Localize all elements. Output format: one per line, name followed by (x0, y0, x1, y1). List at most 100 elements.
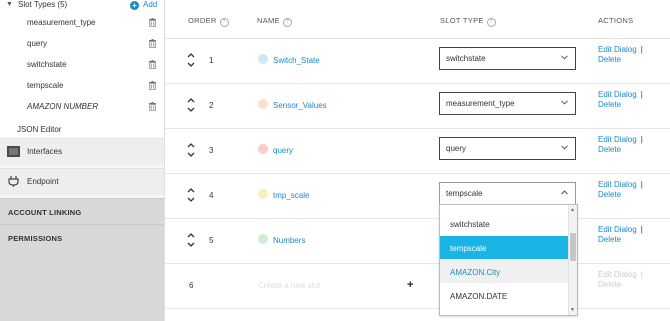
interfaces-icon (7, 146, 20, 157)
slot-type-name: AMAZON NUMBER (27, 102, 99, 111)
slot-name-link[interactable]: Switch_State (273, 56, 320, 65)
reorder-arrows-icon[interactable] (187, 187, 195, 203)
order-number: 1 (209, 56, 214, 65)
sidebar: ▼ Slot Types (5) + Add measurement_typequ… (0, 0, 165, 321)
delete-link[interactable]: Delete (598, 55, 621, 64)
chevron-down-icon (561, 100, 568, 105)
slot-types-header[interactable]: ▼ Slot Types (5) + Add (0, 0, 164, 12)
sidebar-section-permissions[interactable]: PERMISSIONS (0, 224, 164, 251)
edit-dialog-link[interactable]: Edit Dialog (598, 45, 637, 54)
scroll-up-icon[interactable]: ▲ (570, 207, 575, 213)
collapse-caret-icon[interactable]: ▼ (6, 1, 13, 8)
slot-name-link[interactable]: Numbers (273, 236, 305, 245)
header-order: ORDER? (188, 16, 229, 27)
slot-color-dot (258, 54, 268, 64)
slot-type-name: query (27, 39, 48, 48)
edit-dialog-link[interactable]: Edit Dialog (598, 225, 637, 234)
slot-type-dropdown-menu[interactable]: switchstate tempscale AMAZON.City AMAZON.DA… (439, 204, 578, 316)
action-separator: | (640, 225, 643, 234)
slot-type-item[interactable]: switchstate (0, 57, 164, 75)
row-actions: Edit Dialog | Delete (598, 225, 643, 245)
help-icon[interactable]: ? (219, 18, 229, 27)
slot-type-select[interactable]: query (439, 137, 576, 160)
dropdown-option[interactable]: AMAZON.City (440, 260, 568, 283)
new-slot-input[interactable]: Create a new slot (258, 281, 320, 290)
header-name: NAME? (257, 16, 292, 27)
reorder-arrows-icon[interactable] (187, 232, 195, 248)
delete-link[interactable]: Delete (598, 145, 621, 154)
header-slot-type-label: SLOT TYPE (440, 16, 484, 25)
table-row: 5 Numbers Edit Dialog | Delete (165, 218, 670, 264)
json-editor-link[interactable]: JSON Editor (17, 125, 61, 134)
edit-dialog-link[interactable]: Edit Dialog (598, 135, 637, 144)
trash-icon[interactable] (149, 60, 156, 69)
row-actions: Edit Dialog | Delete (598, 270, 643, 290)
trash-icon[interactable] (149, 81, 156, 90)
slot-type-select[interactable]: measurement_type (439, 92, 576, 115)
order-number: 5 (209, 236, 214, 245)
scroll-down-icon[interactable]: ▼ (570, 307, 575, 313)
add-label: Add (143, 0, 158, 9)
dropdown-option[interactable]: AMAZON.DATE (440, 284, 568, 307)
trash-icon[interactable] (149, 102, 156, 111)
slot-type-item[interactable]: query (0, 36, 164, 54)
slot-color-dot (258, 189, 268, 199)
help-icon[interactable]: ? (486, 18, 496, 27)
reorder-arrows-icon[interactable] (187, 97, 195, 113)
slot-type-value: measurement_type (446, 99, 515, 108)
slot-name-link[interactable]: Sensor_Values (273, 101, 327, 110)
slot-type-name: measurement_type (27, 18, 96, 27)
edit-dialog-link[interactable]: Edit Dialog (598, 180, 637, 189)
slot-type-select[interactable]: switchstate (439, 47, 576, 70)
action-separator: | (640, 135, 643, 144)
slot-color-dot (258, 99, 268, 109)
chevron-down-icon (561, 55, 568, 60)
trash-icon[interactable] (149, 39, 156, 48)
section-label: ACCOUNT LINKING (8, 208, 82, 217)
sidebar-item-endpoint[interactable]: Endpoint (0, 168, 164, 195)
edit-dialog-link: Edit Dialog (598, 270, 637, 279)
slot-type-item[interactable]: tempscale (0, 78, 164, 96)
dropdown-option[interactable]: tempscale (440, 236, 568, 259)
plug-icon (8, 176, 19, 187)
trash-icon[interactable] (149, 18, 156, 27)
add-slot-type-button[interactable]: + Add (130, 0, 157, 10)
sidebar-slot-panel: ▼ Slot Types (5) + Add measurement_typequ… (0, 0, 164, 138)
slot-name-link[interactable]: query (273, 146, 293, 155)
dropdown-option-label: switchstate (450, 220, 490, 229)
action-separator: | (640, 90, 643, 99)
add-slot-plus-icon[interactable]: + (407, 279, 413, 291)
order-number: 4 (209, 191, 214, 200)
header-actions: ACTIONS (598, 16, 634, 25)
scrollbar-thumb[interactable] (570, 233, 576, 261)
chevron-down-icon (561, 145, 568, 150)
table-row: 2 Sensor_Values measurement_type Edit Dialo… (165, 83, 670, 129)
sidebar-item-interfaces[interactable]: Interfaces (0, 138, 164, 165)
sidebar-section-account-linking[interactable]: ACCOUNT LINKING (0, 198, 164, 225)
delete-link[interactable]: Delete (598, 100, 621, 109)
delete-link[interactable]: Delete (598, 190, 621, 199)
sidebar-item-label: Endpoint (27, 177, 59, 186)
dropdown-option[interactable]: switchstate (440, 212, 568, 235)
edit-dialog-link[interactable]: Edit Dialog (598, 90, 637, 99)
slot-name-link[interactable]: tmp_scale (273, 191, 309, 200)
slot-type-item[interactable]: measurement_type (0, 15, 164, 33)
order-number: 2 (209, 101, 214, 110)
delete-link[interactable]: Delete (598, 235, 621, 244)
order-number: 6 (189, 281, 194, 290)
slots-table: ORDER? NAME? SLOT TYPE? ACTIONS 1 Switch_… (165, 0, 670, 321)
table-header: ORDER? NAME? SLOT TYPE? ACTIONS (165, 0, 670, 39)
action-separator: | (640, 180, 643, 189)
header-slot-type: SLOT TYPE? (440, 16, 496, 27)
dropdown-scrollbar[interactable]: ▲ ▼ (568, 205, 577, 315)
help-icon[interactable]: ? (282, 18, 292, 27)
new-slot-row: 6 Create a new slot + Edit Dialog | Delet… (165, 263, 670, 309)
slot-type-item[interactable]: AMAZON NUMBER (0, 99, 164, 117)
slot-type-value: switchstate (446, 54, 486, 63)
header-name-label: NAME (257, 16, 280, 25)
table-row: 1 Switch_State switchstate Edit Dialog | Dele… (165, 38, 670, 84)
reorder-arrows-icon[interactable] (187, 142, 195, 158)
slot-type-select-open[interactable]: tempscale (439, 182, 576, 205)
section-label: PERMISSIONS (8, 234, 63, 243)
reorder-arrows-icon[interactable] (187, 52, 195, 68)
